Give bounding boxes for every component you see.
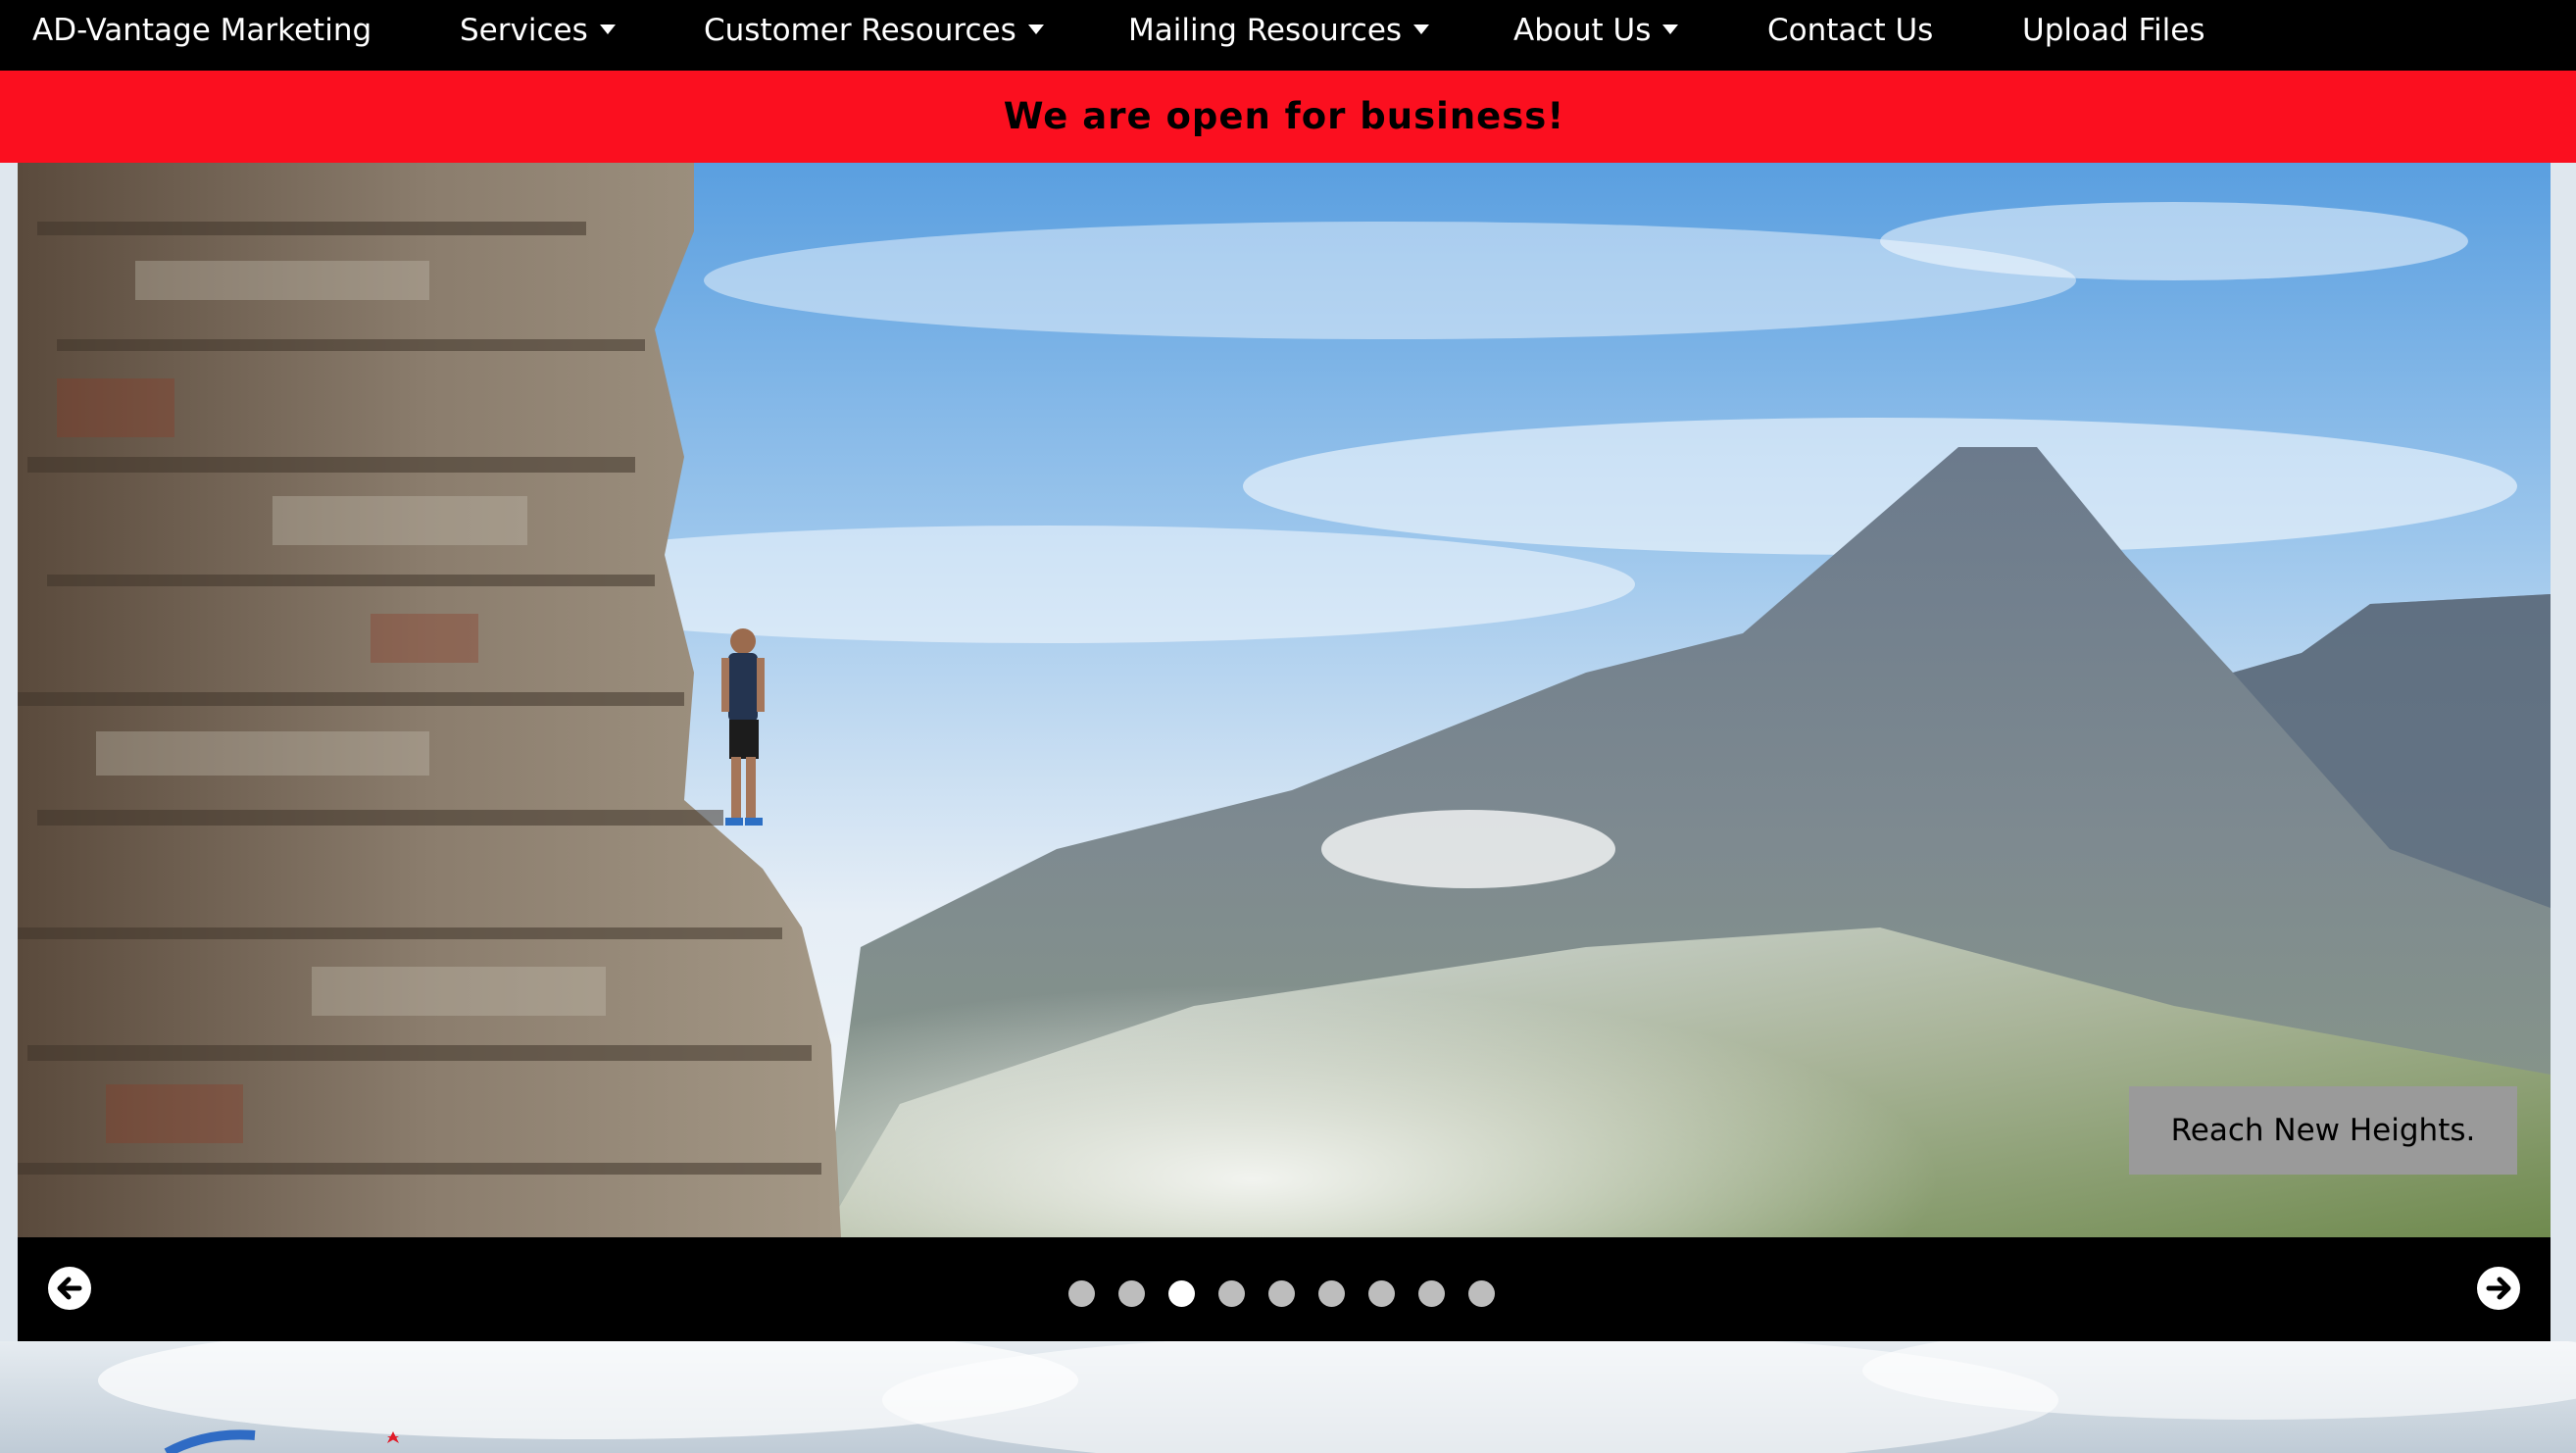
nav-item-label: Services bbox=[460, 13, 588, 48]
nav-item-label: Customer Resources bbox=[704, 13, 1016, 48]
slide-dot-2[interactable] bbox=[1118, 1280, 1145, 1307]
slide-dot-8[interactable] bbox=[1418, 1280, 1445, 1307]
slide-image-mountain bbox=[18, 163, 2551, 1237]
nav-item-services[interactable]: Services bbox=[460, 0, 616, 61]
caret-down-icon bbox=[1027, 24, 1044, 34]
banner-text: We are open for business! bbox=[1003, 95, 1565, 137]
top-navigation-bar: AD-Vantage Marketing Services Customer R… bbox=[0, 0, 2576, 71]
slide-dot-4[interactable] bbox=[1218, 1280, 1245, 1307]
nav-item-customer-resources[interactable]: Customer Resources bbox=[704, 0, 1044, 61]
nav-item-label: Contact Us bbox=[1767, 13, 1934, 48]
nav-item-label: About Us bbox=[1513, 13, 1652, 48]
nav-item-upload-files[interactable]: Upload Files bbox=[2022, 0, 2205, 61]
caret-down-icon bbox=[1662, 24, 1679, 34]
page: AD-Vantage Marketing Services Customer R… bbox=[0, 0, 2576, 1453]
slide-dot-6[interactable] bbox=[1318, 1280, 1345, 1307]
brand-link[interactable]: AD-Vantage Marketing bbox=[32, 0, 372, 61]
slide-dot-3[interactable] bbox=[1168, 1280, 1195, 1307]
slideshow-controls bbox=[18, 1237, 2551, 1341]
nav-item-label: Mailing Resources bbox=[1128, 13, 1403, 48]
nav-item-about-us[interactable]: About Us bbox=[1513, 0, 1679, 61]
slide-dot-5[interactable] bbox=[1268, 1280, 1295, 1307]
slide-dot-7[interactable] bbox=[1368, 1280, 1395, 1307]
lower-background bbox=[0, 1341, 2576, 1453]
slide-dot-9[interactable] bbox=[1468, 1280, 1495, 1307]
nav-item-contact-us[interactable]: Contact Us bbox=[1767, 0, 1933, 61]
slide-dot-1[interactable] bbox=[1068, 1280, 1095, 1307]
cloud-background-image bbox=[0, 1341, 2576, 1453]
arrow-circle-right-icon[interactable] bbox=[2476, 1266, 2521, 1311]
hero-slideshow: Reach New Heights. bbox=[18, 163, 2551, 1237]
nav-item-label: Upload Files bbox=[2022, 13, 2205, 48]
caret-down-icon bbox=[599, 24, 616, 34]
arrow-circle-left-icon[interactable] bbox=[47, 1266, 92, 1311]
caret-down-icon bbox=[1413, 24, 1430, 34]
announcement-banner: We are open for business! bbox=[0, 71, 2576, 163]
slide-caption[interactable]: Reach New Heights. bbox=[2129, 1086, 2517, 1175]
nav-item-mailing-resources[interactable]: Mailing Resources bbox=[1128, 0, 1430, 61]
